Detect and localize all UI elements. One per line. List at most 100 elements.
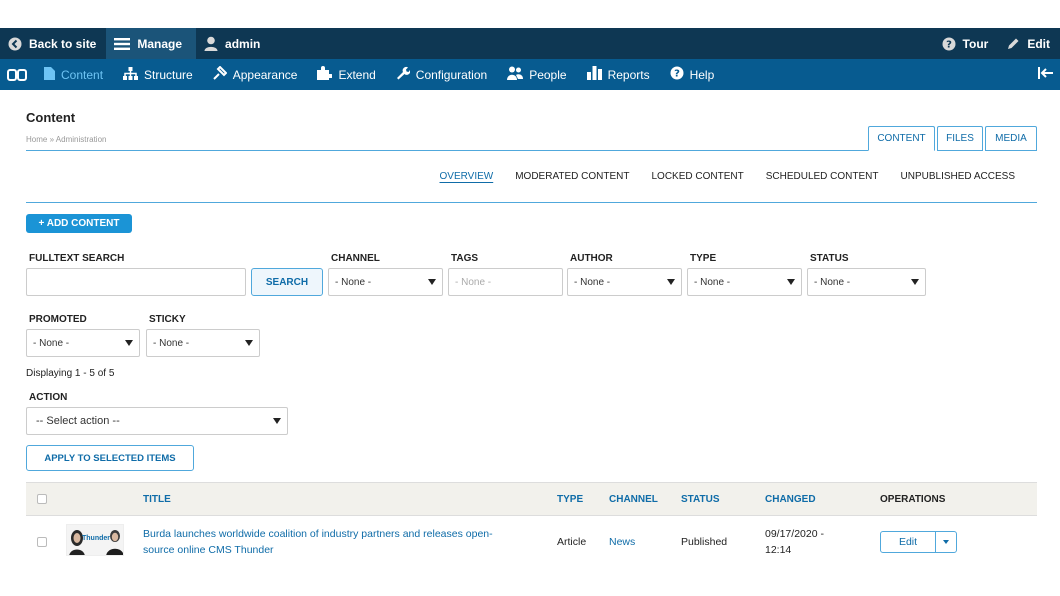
chevron-down-icon <box>428 279 436 285</box>
tour-label: Tour <box>962 36 989 51</box>
menu-icon <box>114 37 131 51</box>
column-changed[interactable]: CHANGED <box>765 494 816 505</box>
tab-content[interactable]: CONTENT <box>868 126 935 151</box>
sticky-value: - None - <box>153 337 190 349</box>
chevron-down-icon <box>125 340 133 346</box>
tab-moderated-content[interactable]: MODERATED CONTENT <box>504 171 640 182</box>
tags-placeholder: - None - <box>455 276 492 288</box>
sticky-select[interactable]: - None - <box>146 329 260 357</box>
tab-locked-content[interactable]: LOCKED CONTENT <box>640 171 754 182</box>
extend-icon <box>317 66 334 83</box>
tray-item-help[interactable]: ? Help <box>660 59 725 90</box>
tab-scheduled-content[interactable]: SCHEDULED CONTENT <box>755 171 890 182</box>
tray-item-appearance[interactable]: Appearance <box>203 59 308 90</box>
tabs-divider <box>26 202 1037 203</box>
author-value: - None - <box>574 276 611 288</box>
column-operations: OPERATIONS <box>880 494 946 505</box>
tab-files[interactable]: FILES <box>937 126 983 151</box>
back-to-site-label: Back to site <box>29 36 97 51</box>
edit-mode-label: Edit <box>1027 36 1050 51</box>
tab-media[interactable]: MEDIA <box>985 126 1037 151</box>
tray-item-structure[interactable]: Structure <box>113 59 203 90</box>
table-header: TITLE TYPE CHANNEL STATUS CHANGED OPERAT… <box>26 482 1037 516</box>
type-select[interactable]: - None - <box>687 268 802 296</box>
channel-select[interactable]: - None - <box>328 268 443 296</box>
changed-date: 09/17/2020 - <box>765 528 824 540</box>
author-select[interactable]: - None - <box>567 268 682 296</box>
operations-toggle[interactable] <box>936 532 956 552</box>
svg-text:?: ? <box>946 39 952 50</box>
help-icon: ? <box>670 66 684 83</box>
add-content-button[interactable]: + ADD CONTENT <box>26 214 132 233</box>
promoted-select[interactable]: - None - <box>26 329 140 357</box>
wrench-icon <box>396 66 411 83</box>
collapse-icon <box>1038 67 1054 82</box>
back-to-site-link[interactable]: Back to site <box>0 28 106 59</box>
type-label: TYPE <box>690 253 717 264</box>
action-label: ACTION <box>29 392 68 403</box>
tray-item-configuration[interactable]: Configuration <box>386 59 497 90</box>
tray-orientation-toggle[interactable] <box>1028 59 1060 90</box>
thunder-logo-icon[interactable] <box>0 68 34 81</box>
changed-time: 12:14 <box>765 544 792 556</box>
secondary-tabs: OVERVIEW MODERATED CONTENT LOCKED CONTEN… <box>429 171 1027 182</box>
chevron-down-icon <box>245 340 253 346</box>
tray-item-label: Content <box>61 67 104 82</box>
row-operations-dropbutton: Edit <box>880 531 957 553</box>
table-row: Thunder Burda launches worldwide coaliti… <box>26 516 1037 568</box>
row-channel-link[interactable]: News <box>609 534 635 550</box>
tab-unpublished-access[interactable]: UNPUBLISHED ACCESS <box>890 171 1026 182</box>
column-channel[interactable]: CHANNEL <box>609 494 658 505</box>
tray-item-extend[interactable]: Extend <box>307 59 385 90</box>
author-label: AUTHOR <box>570 253 613 264</box>
fulltext-search-input[interactable] <box>26 268 246 296</box>
pencil-icon <box>1006 37 1020 51</box>
row-edit-button[interactable]: Edit <box>881 532 936 552</box>
article-title-link[interactable]: Burda launches worldwide coalition of in… <box>143 526 543 558</box>
edit-mode-button[interactable]: Edit <box>998 28 1060 59</box>
tray-item-label: Structure <box>144 67 193 82</box>
back-arrow-icon <box>8 37 22 51</box>
sticky-label: STICKY <box>149 314 186 325</box>
promoted-label: PROMOTED <box>29 314 87 325</box>
column-title[interactable]: TITLE <box>143 494 171 505</box>
column-type[interactable]: TYPE <box>557 494 583 505</box>
tray-item-label: People <box>529 67 567 82</box>
tray-item-label: Appearance <box>232 67 298 82</box>
status-label: STATUS <box>810 253 849 264</box>
primary-tabs: CONTENT FILES MEDIA <box>868 126 1037 151</box>
status-select[interactable]: - None - <box>807 268 926 296</box>
results-summary: Displaying 1 - 5 of 5 <box>26 368 115 379</box>
tray-item-people[interactable]: People <box>497 59 576 90</box>
user-tab[interactable]: admin <box>196 28 270 59</box>
tags-label: TAGS <box>451 253 479 264</box>
apply-to-selected-button[interactable]: APPLY TO SELECTED ITEMS <box>26 445 194 471</box>
chevron-down-icon <box>943 540 949 544</box>
svg-text:?: ? <box>674 69 680 80</box>
tour-button[interactable]: ? Tour <box>934 28 999 59</box>
question-icon: ? <box>942 37 956 51</box>
tray-item-label: Extend <box>338 67 376 82</box>
promoted-value: - None - <box>33 337 70 349</box>
status-value: - None - <box>814 276 851 288</box>
tags-input[interactable]: - None - <box>448 268 563 296</box>
row-status: Published <box>681 536 728 548</box>
tab-overview[interactable]: OVERVIEW <box>429 171 505 182</box>
action-select[interactable]: -- Select action -- <box>26 407 288 435</box>
manage-tab[interactable]: Manage <box>106 28 197 59</box>
people-icon <box>507 66 524 83</box>
breadcrumb[interactable]: Home » Administration <box>26 135 106 144</box>
tray-item-reports[interactable]: Reports <box>577 59 660 90</box>
column-status[interactable]: STATUS <box>681 494 720 505</box>
article-title-line: source online CMS Thunder <box>143 544 274 556</box>
search-button[interactable]: SEARCH <box>251 268 323 296</box>
thumbnail-caption: Thunder <box>82 535 110 542</box>
chevron-down-icon <box>667 279 675 285</box>
header-divider <box>26 150 868 151</box>
tray-item-label: Help <box>689 67 715 82</box>
row-checkbox[interactable] <box>37 537 47 547</box>
toolbar-tray: Content Structure Appearance Extend Conf… <box>0 59 1060 90</box>
fulltext-search-label: FULLTEXT SEARCH <box>29 253 125 264</box>
select-all-checkbox[interactable] <box>37 494 47 504</box>
tray-item-content[interactable]: Content <box>34 59 113 90</box>
